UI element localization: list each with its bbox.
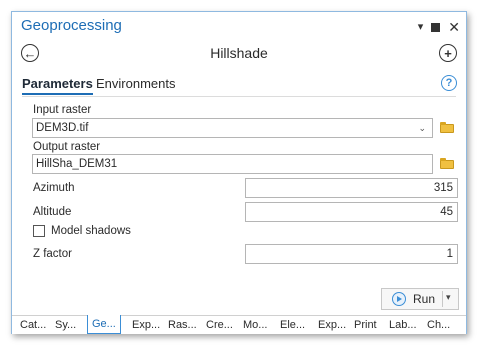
input-raster-value: DEM3D.tif bbox=[36, 122, 89, 134]
output-raster-label: Output raster bbox=[33, 141, 101, 153]
run-divider bbox=[442, 291, 443, 307]
altitude-label: Altitude bbox=[33, 206, 72, 218]
z-factor-input[interactable]: 1 bbox=[245, 244, 458, 264]
bottom-tab-model[interactable]: Mo... bbox=[243, 319, 267, 331]
folder-icon[interactable] bbox=[440, 158, 454, 169]
input-raster-dropdown[interactable]: DEM3D.tif ⌄ bbox=[32, 118, 433, 138]
bottom-tab-print[interactable]: Print bbox=[354, 319, 377, 331]
pin-icon[interactable] bbox=[431, 22, 441, 32]
run-button[interactable]: Run bbox=[413, 292, 435, 306]
tabs-divider bbox=[22, 96, 456, 97]
help-icon[interactable]: ? bbox=[441, 75, 457, 91]
parameter-tabs: Parameters Environments ? bbox=[12, 72, 466, 98]
close-icon[interactable]: ✕ bbox=[448, 20, 460, 34]
tab-parameters[interactable]: Parameters bbox=[22, 76, 93, 95]
bottom-tab-create[interactable]: Cre... bbox=[206, 319, 233, 331]
model-shadows-label: Model shadows bbox=[51, 225, 131, 237]
tool-nav-bar: ← Hillshade + bbox=[12, 42, 466, 68]
bottom-tab-export-2[interactable]: Exp... bbox=[318, 319, 346, 331]
bottom-tab-catalog[interactable]: Cat... bbox=[20, 319, 46, 331]
chevron-down-icon[interactable]: ▾ bbox=[446, 292, 451, 303]
bottom-tab-symbology[interactable]: Sy... bbox=[55, 319, 76, 331]
output-raster-input[interactable]: HillSha_DEM31 bbox=[32, 154, 433, 174]
z-factor-label: Z factor bbox=[33, 248, 72, 260]
input-raster-label: Input raster bbox=[33, 104, 92, 116]
bottom-tab-export-1[interactable]: Exp... bbox=[132, 319, 160, 331]
title-bar: Geoprocessing ▾ ✕ bbox=[12, 12, 466, 42]
chevron-down-icon[interactable]: ⌄ bbox=[418, 119, 426, 137]
chevron-down-icon[interactable]: ▾ bbox=[418, 20, 424, 34]
azimuth-label: Azimuth bbox=[33, 182, 75, 194]
run-button-group: Run ▾ bbox=[381, 288, 459, 310]
bottom-tab-chart[interactable]: Ch... bbox=[427, 319, 450, 331]
bottom-tab-raster[interactable]: Ras... bbox=[168, 319, 197, 331]
tab-environments[interactable]: Environments bbox=[96, 76, 175, 91]
tool-title: Hillshade bbox=[210, 45, 268, 61]
folder-icon[interactable] bbox=[440, 122, 454, 133]
bottom-tab-geoprocessing[interactable]: Ge... bbox=[87, 315, 121, 334]
azimuth-input[interactable]: 315 bbox=[245, 178, 458, 198]
add-icon[interactable]: + bbox=[439, 44, 457, 62]
bottom-tab-labeling[interactable]: Lab... bbox=[389, 319, 417, 331]
pane-title: Geoprocessing bbox=[21, 17, 122, 34]
run-icon[interactable] bbox=[392, 292, 406, 306]
geoprocessing-pane: Geoprocessing ▾ ✕ ← Hillshade + Paramete… bbox=[11, 11, 467, 334]
bottom-tab-strip: Cat... Sy... Ge... Exp... Ras... Cre... … bbox=[12, 315, 466, 334]
altitude-input[interactable]: 45 bbox=[245, 202, 458, 222]
model-shadows-checkbox[interactable] bbox=[33, 225, 45, 237]
bottom-tab-elevation[interactable]: Ele... bbox=[280, 319, 305, 331]
